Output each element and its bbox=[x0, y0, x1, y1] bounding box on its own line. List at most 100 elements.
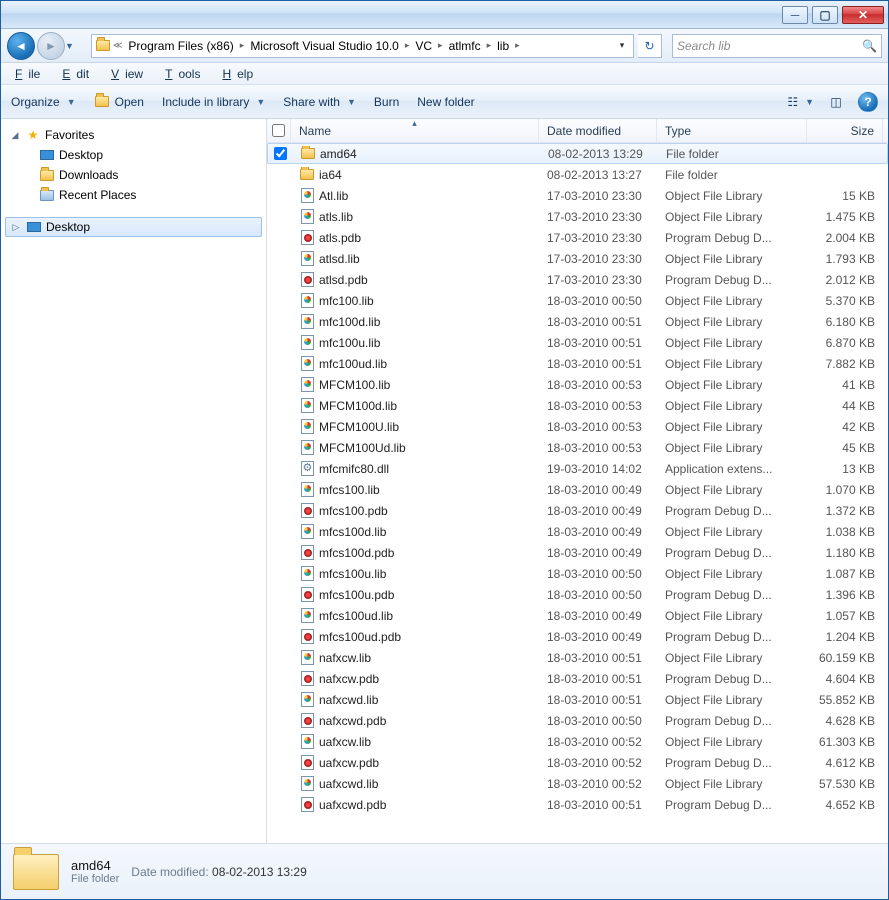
column-name[interactable]: ▴ Name bbox=[291, 119, 539, 142]
menu-tools[interactable]: Tools bbox=[159, 65, 212, 83]
row-name[interactable]: uafxcw.lib bbox=[291, 734, 539, 750]
file-row[interactable]: mfcmifc80.dll19-03-2010 14:02Application… bbox=[267, 458, 888, 479]
row-name[interactable]: MFCM100U.lib bbox=[291, 419, 539, 435]
file-row[interactable]: mfcs100d.lib18-03-2010 00:49Object File … bbox=[267, 521, 888, 542]
row-name[interactable]: mfcs100ud.pdb bbox=[291, 629, 539, 645]
column-size[interactable]: Size bbox=[807, 119, 883, 142]
tree-desktop-root[interactable]: ▷ Desktop bbox=[5, 217, 262, 237]
breadcrumb-segment[interactable]: Program Files (x86) bbox=[123, 39, 238, 53]
file-row[interactable]: amd6408-02-2013 13:29File folder bbox=[267, 143, 888, 164]
row-name[interactable]: mfc100u.lib bbox=[291, 335, 539, 351]
view-options-button[interactable]: ☷▼ bbox=[787, 95, 814, 109]
row-name[interactable]: mfcs100.pdb bbox=[291, 503, 539, 519]
row-name[interactable]: uafxcw.pdb bbox=[291, 755, 539, 771]
file-row[interactable]: mfcs100ud.pdb18-03-2010 00:49Program Deb… bbox=[267, 626, 888, 647]
file-row[interactable]: mfc100d.lib18-03-2010 00:51Object File L… bbox=[267, 311, 888, 332]
row-name[interactable]: atlsd.pdb bbox=[291, 272, 539, 288]
file-row[interactable]: nafxcwd.lib18-03-2010 00:51Object File L… bbox=[267, 689, 888, 710]
file-row[interactable]: mfcs100.pdb18-03-2010 00:49Program Debug… bbox=[267, 500, 888, 521]
row-name[interactable]: nafxcwd.pdb bbox=[291, 713, 539, 729]
file-row[interactable]: atlsd.lib17-03-2010 23:30Object File Lib… bbox=[267, 248, 888, 269]
open-button[interactable]: Open bbox=[94, 94, 144, 110]
new-folder-button[interactable]: New folder bbox=[417, 95, 474, 109]
column-type[interactable]: Type bbox=[657, 119, 807, 142]
file-row[interactable]: atls.pdb17-03-2010 23:30Program Debug D.… bbox=[267, 227, 888, 248]
file-row[interactable]: nafxcw.lib18-03-2010 00:51Object File Li… bbox=[267, 647, 888, 668]
file-row[interactable]: uafxcwd.lib18-03-2010 00:52Object File L… bbox=[267, 773, 888, 794]
breadcrumb[interactable]: ≪ Program Files (x86)▸Microsoft Visual S… bbox=[91, 34, 634, 58]
breadcrumb-segment[interactable]: lib bbox=[492, 39, 514, 53]
navigation-pane[interactable]: ◢ ★ Favorites Desktop Downloads Recent P… bbox=[1, 119, 267, 843]
row-name[interactable]: mfc100ud.lib bbox=[291, 356, 539, 372]
file-row[interactable]: mfcs100u.pdb18-03-2010 00:50Program Debu… bbox=[267, 584, 888, 605]
row-name[interactable]: mfc100.lib bbox=[291, 293, 539, 309]
file-row[interactable]: nafxcwd.pdb18-03-2010 00:50Program Debug… bbox=[267, 710, 888, 731]
file-row[interactable]: mfc100.lib18-03-2010 00:50Object File Li… bbox=[267, 290, 888, 311]
column-checkbox[interactable] bbox=[267, 119, 291, 142]
history-dropdown-icon[interactable]: ▼ bbox=[65, 41, 74, 51]
expand-icon[interactable]: ▷ bbox=[10, 222, 22, 233]
back-button[interactable]: ◄ bbox=[7, 32, 35, 60]
row-checkbox-cell[interactable] bbox=[268, 147, 292, 160]
row-name[interactable]: mfc100d.lib bbox=[291, 314, 539, 330]
file-row[interactable]: MFCM100d.lib18-03-2010 00:53Object File … bbox=[267, 395, 888, 416]
title-bar[interactable]: ─ ▢ ✕ bbox=[1, 1, 888, 29]
menu-help[interactable]: Help bbox=[216, 65, 265, 83]
organize-button[interactable]: Organize▼ bbox=[11, 95, 76, 109]
row-name[interactable]: nafxcw.pdb bbox=[291, 671, 539, 687]
column-date-modified[interactable]: Date modified bbox=[539, 119, 657, 142]
file-row[interactable]: uafxcwd.pdb18-03-2010 00:51Program Debug… bbox=[267, 794, 888, 815]
search-icon[interactable]: 🔍 bbox=[862, 39, 877, 53]
file-row[interactable]: atls.lib17-03-2010 23:30Object File Libr… bbox=[267, 206, 888, 227]
file-row[interactable]: ia6408-02-2013 13:27File folder bbox=[267, 164, 888, 185]
maximize-button[interactable]: ▢ bbox=[812, 6, 838, 24]
tree-recent-places[interactable]: Recent Places bbox=[1, 185, 266, 205]
tree-desktop[interactable]: Desktop bbox=[1, 145, 266, 165]
row-name[interactable]: MFCM100Ud.lib bbox=[291, 440, 539, 456]
row-name[interactable]: MFCM100.lib bbox=[291, 377, 539, 393]
row-name[interactable]: uafxcwd.pdb bbox=[291, 797, 539, 813]
burn-button[interactable]: Burn bbox=[374, 95, 399, 109]
file-row[interactable]: atlsd.pdb17-03-2010 23:30Program Debug D… bbox=[267, 269, 888, 290]
menu-file[interactable]: File bbox=[9, 65, 52, 83]
menu-view[interactable]: View bbox=[105, 65, 155, 83]
file-row[interactable]: mfcs100d.pdb18-03-2010 00:49Program Debu… bbox=[267, 542, 888, 563]
breadcrumb-segment[interactable]: VC bbox=[410, 39, 437, 53]
minimize-button[interactable]: ─ bbox=[782, 6, 808, 24]
breadcrumb-segment[interactable]: atlmfc bbox=[444, 39, 486, 53]
address-dropdown-icon[interactable]: ▾ bbox=[613, 40, 631, 51]
row-name[interactable]: ia64 bbox=[291, 167, 539, 183]
file-row[interactable]: mfc100ud.lib18-03-2010 00:51Object File … bbox=[267, 353, 888, 374]
breadcrumb-segment[interactable]: Microsoft Visual Studio 10.0 bbox=[245, 39, 404, 53]
row-name[interactable]: mfcs100d.pdb bbox=[291, 545, 539, 561]
file-rows[interactable]: amd6408-02-2013 13:29File folderia6408-0… bbox=[267, 143, 888, 843]
tree-downloads[interactable]: Downloads bbox=[1, 165, 266, 185]
file-row[interactable]: MFCM100Ud.lib18-03-2010 00:53Object File… bbox=[267, 437, 888, 458]
file-row[interactable]: mfc100u.lib18-03-2010 00:51Object File L… bbox=[267, 332, 888, 353]
row-name[interactable]: MFCM100d.lib bbox=[291, 398, 539, 414]
file-row[interactable]: mfcs100u.lib18-03-2010 00:50Object File … bbox=[267, 563, 888, 584]
help-button[interactable]: ? bbox=[858, 92, 878, 112]
row-name[interactable]: amd64 bbox=[292, 146, 540, 162]
row-name[interactable]: mfcs100.lib bbox=[291, 482, 539, 498]
file-row[interactable]: uafxcw.lib18-03-2010 00:52Object File Li… bbox=[267, 731, 888, 752]
row-name[interactable]: mfcs100ud.lib bbox=[291, 608, 539, 624]
close-button[interactable]: ✕ bbox=[842, 6, 884, 24]
row-name[interactable]: uafxcwd.lib bbox=[291, 776, 539, 792]
file-row[interactable]: mfcs100.lib18-03-2010 00:49Object File L… bbox=[267, 479, 888, 500]
row-name[interactable]: mfcs100u.lib bbox=[291, 566, 539, 582]
row-name[interactable]: nafxcw.lib bbox=[291, 650, 539, 666]
row-name[interactable]: mfcmifc80.dll bbox=[291, 461, 539, 477]
row-name[interactable]: nafxcwd.lib bbox=[291, 692, 539, 708]
chevron-right-icon[interactable]: ▸ bbox=[514, 40, 521, 51]
menu-edit[interactable]: Edit bbox=[56, 65, 101, 83]
select-all-checkbox[interactable] bbox=[272, 124, 285, 137]
share-with-button[interactable]: Share with▼ bbox=[283, 95, 356, 109]
file-row[interactable]: uafxcw.pdb18-03-2010 00:52Program Debug … bbox=[267, 752, 888, 773]
include-library-button[interactable]: Include in library▼ bbox=[162, 95, 265, 109]
row-name[interactable]: atls.lib bbox=[291, 209, 539, 225]
row-checkbox[interactable] bbox=[274, 147, 287, 160]
file-row[interactable]: nafxcw.pdb18-03-2010 00:51Program Debug … bbox=[267, 668, 888, 689]
preview-pane-button[interactable]: ◫ bbox=[824, 91, 848, 113]
file-row[interactable]: MFCM100.lib18-03-2010 00:53Object File L… bbox=[267, 374, 888, 395]
